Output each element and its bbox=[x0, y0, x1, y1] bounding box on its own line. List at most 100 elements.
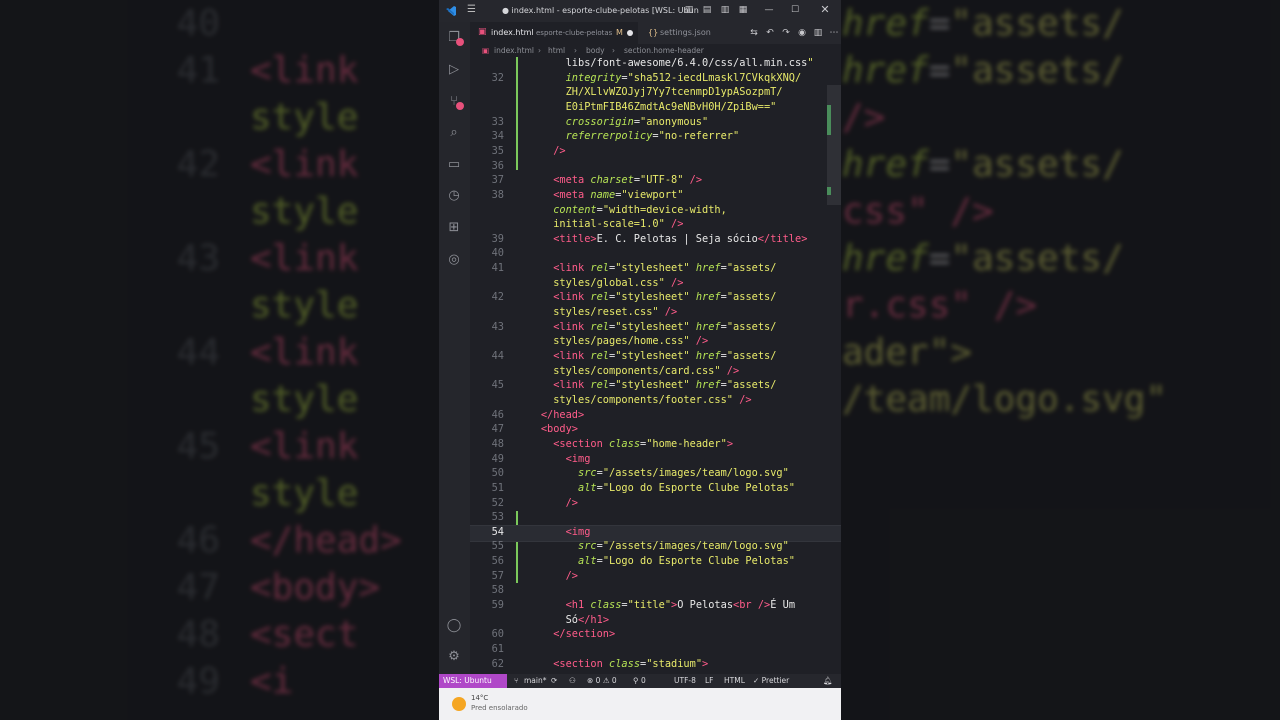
code-line[interactable]: content="width=device-width, bbox=[470, 204, 841, 219]
code-text[interactable]: /> bbox=[516, 497, 578, 509]
code-line[interactable]: 46 </head> bbox=[470, 409, 841, 424]
code-text[interactable]: initial-scale=1.0" /> bbox=[516, 218, 683, 230]
problems-count[interactable]: ⊗ 0 ⚠ 0 bbox=[587, 676, 617, 685]
layout-secondary-icon[interactable]: ▥ bbox=[719, 4, 731, 16]
code-line[interactable]: 41 <link rel="stylesheet" href="assets/ bbox=[470, 262, 841, 277]
code-line[interactable]: styles/components/card.css" /> bbox=[470, 365, 841, 380]
code-text[interactable]: styles/global.css" /> bbox=[516, 277, 683, 289]
code-line[interactable]: 39 <title>E. C. Pelotas | Seja sócio</ti… bbox=[470, 233, 841, 248]
compare-icon[interactable]: ⇆ bbox=[748, 27, 760, 39]
more-actions-icon[interactable]: ⋯ bbox=[828, 27, 840, 39]
code-text[interactable]: styles/reset.css" /> bbox=[516, 306, 677, 318]
unsaved-dot-icon[interactable] bbox=[627, 30, 633, 36]
settings-gear-icon[interactable]: ⚙ bbox=[446, 649, 462, 665]
code-text[interactable]: <h1 class="title">O Pelotas<br />É Um bbox=[516, 599, 795, 611]
remote-label[interactable]: WSL: Ubuntu bbox=[443, 676, 492, 685]
language-mode[interactable]: HTML bbox=[724, 676, 745, 685]
temperature[interactable]: 14°C bbox=[471, 694, 488, 702]
encoding[interactable]: UTF-8 bbox=[674, 676, 696, 685]
code-text[interactable]: <link rel="stylesheet" href="assets/ bbox=[516, 291, 776, 303]
breadcrumb-item[interactable]: index.html bbox=[494, 46, 534, 55]
code-text[interactable]: <meta name="viewport" bbox=[516, 189, 683, 201]
code-text[interactable]: alt="Logo do Esporte Clube Pelotas" bbox=[516, 482, 795, 494]
code-line[interactable]: Só</h1> bbox=[470, 614, 841, 629]
breadcrumb-item[interactable]: body bbox=[586, 46, 605, 55]
timeline-icon[interactable]: ◷ bbox=[446, 188, 462, 204]
code-line[interactable]: 54 <img bbox=[470, 526, 841, 541]
code-text[interactable]: <img bbox=[516, 453, 591, 465]
code-text[interactable]: /> bbox=[516, 570, 578, 582]
git-graph-icon[interactable]: ⚇ bbox=[569, 676, 576, 685]
weather-description[interactable]: Pred ensolarado bbox=[471, 704, 528, 712]
code-line[interactable]: 56 alt="Logo do Esporte Clube Pelotas" bbox=[470, 555, 841, 570]
weather-sun-icon[interactable] bbox=[452, 697, 466, 711]
code-text[interactable]: styles/components/footer.css" /> bbox=[516, 394, 751, 406]
code-text[interactable]: <link rel="stylesheet" href="assets/ bbox=[516, 350, 776, 362]
code-text[interactable]: </section> bbox=[516, 628, 615, 640]
toggle-icon[interactable]: ◉ bbox=[796, 27, 808, 39]
code-text[interactable]: src="/assets/images/team/logo.svg" bbox=[516, 540, 789, 552]
code-line[interactable]: 49 <img bbox=[470, 453, 841, 468]
code-text[interactable]: </head> bbox=[516, 409, 584, 421]
code-line[interactable]: styles/pages/home.css" /> bbox=[470, 335, 841, 350]
code-line[interactable]: ZH/XLlvWZOJyj7Yy7tcenmpD1ypASozpmT/ bbox=[470, 86, 841, 101]
code-line[interactable]: 57 /> bbox=[470, 570, 841, 585]
run-debug-icon[interactable]: ▷ bbox=[446, 62, 462, 78]
code-line[interactable]: 61 bbox=[470, 643, 841, 658]
menu-icon[interactable]: ☰ bbox=[467, 4, 476, 15]
code-line[interactable]: 45 <link rel="stylesheet" href="assets/ bbox=[470, 379, 841, 394]
code-line[interactable]: 36 bbox=[470, 160, 841, 175]
code-text[interactable]: <section class="home-header"> bbox=[516, 438, 733, 450]
tab-index-html[interactable]: ▣ index.html esporte-clube-pelotas M bbox=[470, 22, 638, 44]
code-line[interactable]: 32 integrity="sha512-iecdLmaskl7CVkqkXNQ… bbox=[470, 72, 841, 87]
code-text[interactable]: ZH/XLlvWZOJyj7Yy7tcenmpD1ypASozpmT/ bbox=[516, 86, 783, 98]
code-text[interactable]: <link rel="stylesheet" href="assets/ bbox=[516, 262, 776, 274]
code-text[interactable]: <img bbox=[516, 526, 591, 538]
code-line[interactable]: 60 </section> bbox=[470, 628, 841, 643]
code-line[interactable]: styles/components/footer.css" /> bbox=[470, 394, 841, 409]
code-line[interactable]: 43 <link rel="stylesheet" href="assets/ bbox=[470, 321, 841, 336]
code-text[interactable]: libs/font-awesome/6.4.0/css/all.min.css" bbox=[516, 57, 814, 69]
code-text[interactable]: <title>E. C. Pelotas | Seja sócio</title… bbox=[516, 233, 807, 245]
code-text[interactable]: Só</h1> bbox=[516, 614, 609, 626]
sync-icon[interactable]: ⟳ bbox=[551, 676, 557, 685]
code-line[interactable]: 37 <meta charset="UTF-8" /> bbox=[470, 174, 841, 189]
code-line[interactable]: 33 crossorigin="anonymous" bbox=[470, 116, 841, 131]
accounts-sync-icon[interactable]: ◎ bbox=[446, 252, 462, 268]
code-line[interactable]: styles/global.css" /> bbox=[470, 277, 841, 292]
code-line[interactable]: 38 <meta name="viewport" bbox=[470, 189, 841, 204]
code-line[interactable]: 52 /> bbox=[470, 497, 841, 512]
code-text[interactable]: integrity="sha512-iecdLmaskl7CVkqkXNQ/ bbox=[516, 72, 802, 84]
code-text[interactable]: E0iPtmFIB46ZmdtAc9eNBvH0H/ZpiBw==" bbox=[516, 101, 777, 113]
code-line[interactable]: 55 src="/assets/images/team/logo.svg" bbox=[470, 540, 841, 555]
code-line[interactable]: 35 /> bbox=[470, 145, 841, 160]
code-line[interactable]: 62 <section class="stadium"> bbox=[470, 658, 841, 673]
breadcrumb-item[interactable]: html bbox=[548, 46, 565, 55]
code-text[interactable]: styles/pages/home.css" /> bbox=[516, 335, 708, 347]
code-text[interactable]: <body> bbox=[516, 423, 578, 435]
go-back-icon[interactable]: ↶ bbox=[764, 27, 776, 39]
code-line[interactable]: 53 bbox=[470, 511, 841, 526]
extensions-icon[interactable]: ⊞ bbox=[446, 220, 462, 236]
code-line[interactable]: initial-scale=1.0" /> bbox=[470, 218, 841, 233]
go-forward-icon[interactable]: ↷ bbox=[780, 27, 792, 39]
customize-layout-icon[interactable]: ▦ bbox=[737, 4, 749, 16]
code-line[interactable]: 34 referrerpolicy="no-referrer" bbox=[470, 130, 841, 145]
code-text[interactable]: styles/components/card.css" /> bbox=[516, 365, 739, 377]
tab-settings-json[interactable]: settings.json bbox=[660, 28, 711, 37]
notifications-bell-icon[interactable]: 🔔︎ bbox=[823, 676, 833, 685]
code-line[interactable]: 58 bbox=[470, 584, 841, 599]
code-line[interactable]: 42 <link rel="stylesheet" href="assets/ bbox=[470, 291, 841, 306]
branch-name[interactable]: main* bbox=[524, 676, 547, 685]
prettier-status[interactable]: ✓ Prettier bbox=[753, 676, 789, 685]
code-line[interactable]: 51 alt="Logo do Esporte Clube Pelotas" bbox=[470, 482, 841, 497]
code-text[interactable]: src="/assets/images/team/logo.svg" bbox=[516, 467, 789, 479]
code-text[interactable]: <link rel="stylesheet" href="assets/ bbox=[516, 379, 776, 391]
ports-count[interactable]: 0 bbox=[641, 676, 646, 685]
code-text[interactable]: referrerpolicy="no-referrer" bbox=[516, 130, 740, 142]
code-line[interactable]: 44 <link rel="stylesheet" href="assets/ bbox=[470, 350, 841, 365]
account-icon[interactable]: ◯ bbox=[446, 618, 462, 634]
breadcrumb-item[interactable]: section.home-header bbox=[624, 46, 704, 55]
code-text[interactable]: content="width=device-width, bbox=[516, 204, 727, 216]
code-line[interactable]: 59 <h1 class="title">O Pelotas<br />É Um bbox=[470, 599, 841, 614]
